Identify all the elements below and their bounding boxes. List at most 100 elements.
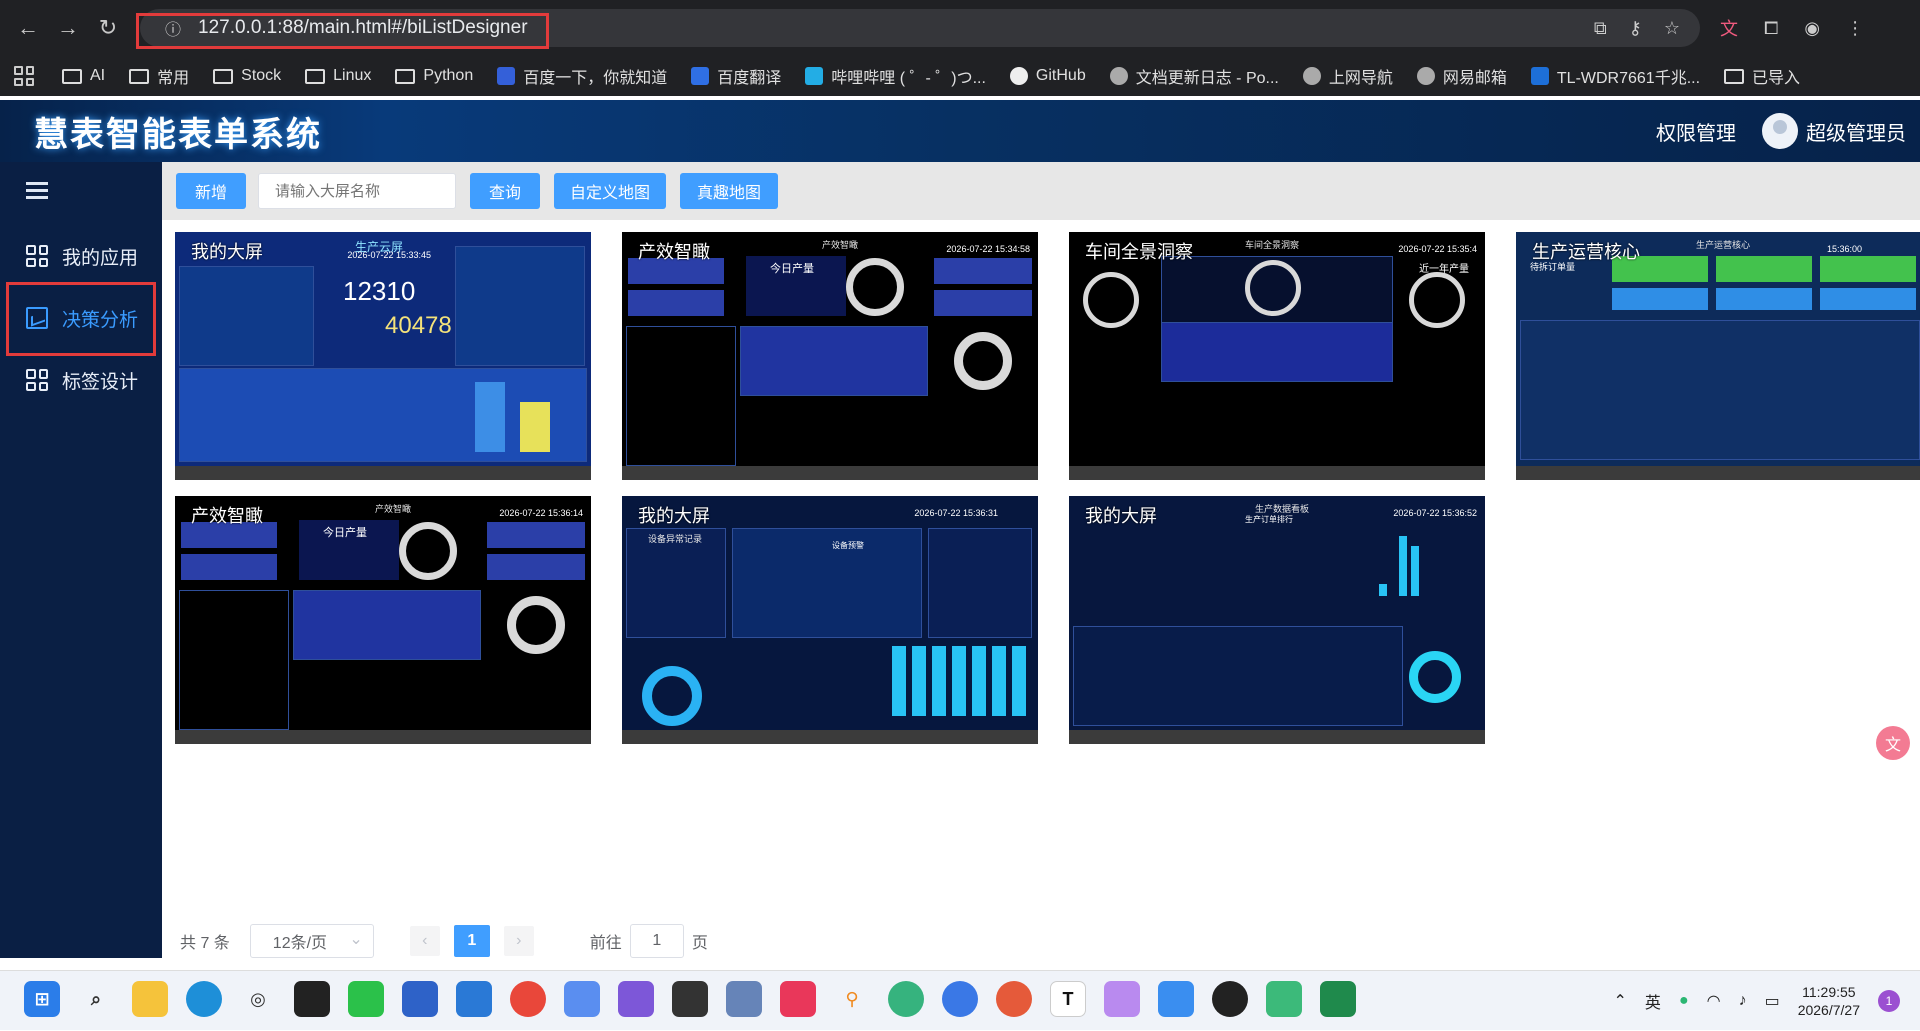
grid-icon	[26, 245, 48, 267]
goto-page-input[interactable]: 1	[629, 924, 684, 958]
real-map-button[interactable]: 真趣地图	[680, 173, 778, 209]
bookmark-item[interactable]: 已导入	[1724, 64, 1800, 88]
permission-management-link[interactable]: 权限管理	[1656, 117, 1736, 146]
search-icon[interactable]: ⌕	[78, 981, 114, 1017]
extensions-icon[interactable]: ⧠	[1764, 18, 1778, 39]
profile-icon[interactable]: ◉	[1804, 18, 1820, 39]
folder-icon	[213, 68, 234, 84]
start-menu-icon[interactable]: ⊞	[24, 981, 60, 1017]
chevron-up-icon[interactable]: ⌃	[1614, 991, 1627, 1011]
folder-icon	[305, 68, 326, 84]
bookmark-item[interactable]: 哔哩哔哩 ( ゜- ゜)つ...	[805, 64, 986, 88]
aperture-icon[interactable]: ◎	[240, 981, 276, 1017]
bookmark-item[interactable]: AI	[62, 67, 105, 85]
dashboard-card[interactable]: 我的大屏 生产数据看板 2026-07-22 15:36:52 生产订单排行	[1069, 496, 1485, 744]
bookmark-item[interactable]: Linux	[305, 67, 371, 85]
panda-icon[interactable]	[1212, 981, 1248, 1017]
dashboard-card[interactable]: 产效智瞰 产效智瞰 2026-07-22 15:34:58 今日产量	[622, 232, 1038, 480]
baidu-icon	[497, 67, 516, 85]
app-icon[interactable]	[996, 981, 1032, 1017]
globe-icon	[1302, 67, 1321, 85]
taskbar: ⊞ ⌕ ◎ ⚲ T ⌃ 英 ● ◠ ♪ ▭ 11:29:55 2026/7/27…	[0, 970, 1920, 1030]
folder-icon	[1724, 68, 1745, 84]
folder-icon	[62, 68, 82, 84]
password-key-icon[interactable]: ⚷	[1629, 18, 1642, 39]
app-icon[interactable]	[564, 981, 600, 1017]
vscode-icon[interactable]	[456, 981, 492, 1017]
total-count: 共 7 条	[180, 935, 230, 952]
page-size-select[interactable]: 12条/页	[249, 924, 374, 958]
edge-icon[interactable]	[186, 981, 222, 1017]
add-button[interactable]: 新增	[176, 173, 246, 209]
back-icon[interactable]: ←	[8, 8, 48, 48]
app-icon[interactable]	[1104, 981, 1140, 1017]
menu-icon[interactable]: ⋮	[1846, 18, 1864, 39]
clock[interactable]: 11:29:55 2026/7/27	[1798, 983, 1860, 1019]
reload-icon[interactable]: ↻	[88, 8, 128, 48]
bookmark-item[interactable]: GitHub	[1009, 67, 1086, 85]
bookmark-item[interactable]: 上网导航	[1302, 64, 1393, 88]
app-tray-icon[interactable]: ●	[1679, 992, 1689, 1010]
dashboard-card[interactable]: 我的大屏 设备异常记录 2026-07-22 15:36:31 设备预警	[622, 496, 1038, 744]
main-content: 新增 查询 自定义地图 真趣地图 我的大屏 生产云屏 2026-07-22 15…	[162, 162, 1920, 958]
excel-icon[interactable]	[1320, 981, 1356, 1017]
app-icon[interactable]	[1158, 981, 1194, 1017]
apps-icon[interactable]	[14, 66, 34, 86]
input-method[interactable]: 英	[1645, 989, 1661, 1013]
qq-icon[interactable]	[294, 981, 330, 1017]
bookmark-item[interactable]: TL-WDR7661千兆...	[1530, 64, 1700, 88]
bookmark-item[interactable]: 网易邮箱	[1416, 64, 1507, 88]
notification-badge[interactable]: 1	[1878, 990, 1900, 1012]
toolbar: 新增 查询 自定义地图 真趣地图	[162, 162, 1920, 220]
baidu-translate-icon	[691, 67, 710, 85]
tplink-icon	[1530, 67, 1549, 85]
github-icon	[1009, 67, 1028, 85]
avatar[interactable]	[1762, 113, 1798, 149]
sidebar-item-my-apps[interactable]: 我的应用	[0, 230, 162, 282]
query-button[interactable]: 查询	[470, 173, 540, 209]
typora-icon[interactable]: T	[1050, 981, 1086, 1017]
app-icon[interactable]	[888, 981, 924, 1017]
dashboard-card[interactable]: 我的大屏 生产云屏 2026-07-22 15:33:45 12310 4047…	[175, 232, 591, 480]
translate-icon[interactable]: ⧉	[1594, 18, 1607, 39]
bookmark-item[interactable]: 文档更新日志 - Po...	[1109, 64, 1279, 88]
wechat-icon[interactable]	[348, 981, 384, 1017]
floating-translate-icon[interactable]: 文	[1876, 726, 1910, 760]
bookmark-star-icon[interactable]: ☆	[1664, 18, 1680, 39]
dashboard-card[interactable]: 车间全景洞察 车间全景洞察 2026-07-22 15:35:4 近一年产量	[1069, 232, 1485, 480]
app-icon[interactable]	[780, 981, 816, 1017]
bookmark-item[interactable]: Python	[395, 67, 473, 85]
forward-icon[interactable]: →	[48, 8, 88, 48]
chrome-icon[interactable]	[510, 981, 546, 1017]
grid-icon	[26, 369, 48, 391]
bookmark-item[interactable]: 百度翻译	[691, 64, 781, 88]
remote-desktop-icon[interactable]	[726, 981, 762, 1017]
search-input[interactable]	[258, 173, 456, 209]
user-name[interactable]: 超级管理员	[1806, 117, 1906, 146]
dashboard-card[interactable]: 产效智瞰 产效智瞰 2026-07-22 15:36:14 今日产量	[175, 496, 591, 744]
menu-toggle-icon[interactable]	[26, 182, 48, 200]
custom-map-button[interactable]: 自定义地图	[554, 173, 666, 209]
file-explorer-icon[interactable]	[132, 981, 168, 1017]
app-icon[interactable]	[942, 981, 978, 1017]
wifi-icon[interactable]: ◠	[1707, 991, 1721, 1011]
page-number-current[interactable]: 1	[453, 925, 490, 957]
mail-icon[interactable]	[402, 981, 438, 1017]
translate-extension-icon[interactable]: 文	[1720, 15, 1738, 41]
bookmark-item[interactable]: 百度一下，你就知道	[497, 64, 667, 88]
next-page-icon[interactable]: ›	[503, 926, 534, 956]
sidebar-item-label-design[interactable]: 标签设计	[0, 354, 162, 406]
bookmark-item[interactable]: Stock	[213, 67, 281, 85]
app-title: 慧表智能表单系统	[34, 115, 322, 154]
bookmark-item[interactable]: 常用	[129, 64, 189, 88]
app-header: 慧表智能表单系统 权限管理 超级管理员	[0, 100, 1920, 162]
terminal-icon[interactable]	[672, 981, 708, 1017]
app-icon[interactable]	[618, 981, 654, 1017]
search-tool-icon[interactable]: ⚲	[834, 981, 870, 1017]
app-icon[interactable]	[1266, 981, 1302, 1017]
system-tray: ⌃ 英 ● ◠ ♪ ▭ 11:29:55 2026/7/27 1	[1614, 971, 1900, 1031]
volume-icon[interactable]: ♪	[1739, 992, 1747, 1010]
dashboard-card[interactable]: 生产运营核心 生产运营核心 15:36:00 待拆订单量	[1516, 232, 1920, 480]
prev-page-icon[interactable]: ‹	[409, 926, 440, 956]
battery-icon[interactable]: ▭	[1765, 991, 1780, 1011]
